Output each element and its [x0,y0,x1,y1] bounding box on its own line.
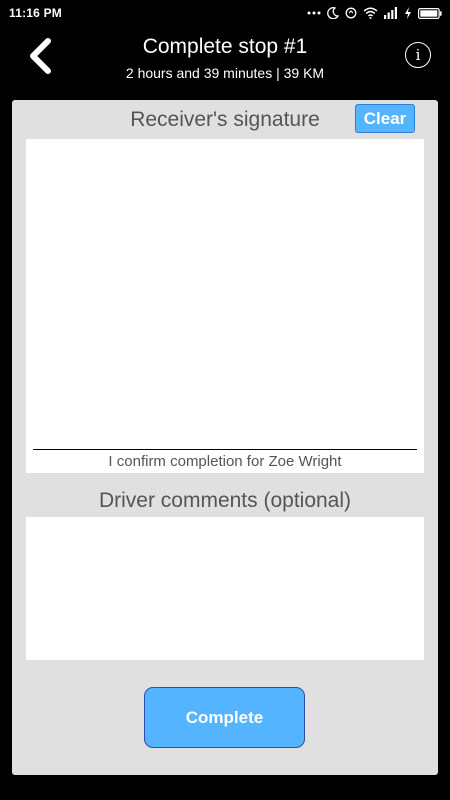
signature-pad[interactable]: I confirm completion for Zoe Wright [26,139,424,473]
stop-summary: 2 hours and 39 minutes | 39 KM [125,65,325,81]
moon-icon [327,7,339,19]
page-title: Complete stop #1 [142,35,308,58]
completion-card: Receiver's signature Clear I confirm com… [12,100,438,775]
comments-heading: Driver comments (optional) [98,489,352,512]
signal-icon [384,7,398,19]
info-icon: i [415,46,421,64]
signature-line [33,449,417,450]
more-dots-icon [307,11,321,15]
wifi-icon [363,7,378,19]
info-button[interactable]: i [405,42,431,68]
clear-signature-button[interactable]: Clear [355,104,415,133]
sync-icon [345,7,357,19]
complete-button[interactable]: Complete [144,687,305,748]
charging-icon [404,7,412,19]
driver-comments-input[interactable] [26,517,424,660]
status-bar: 11:16 PM [0,0,450,26]
app-header: Complete stop #1 2 hours and 39 minutes … [0,26,450,92]
signature-caption: I confirm completion for Zoe Wright [108,453,342,470]
status-time: 11:16 PM [9,6,62,20]
battery-icon [418,7,442,19]
status-icons [307,7,442,19]
